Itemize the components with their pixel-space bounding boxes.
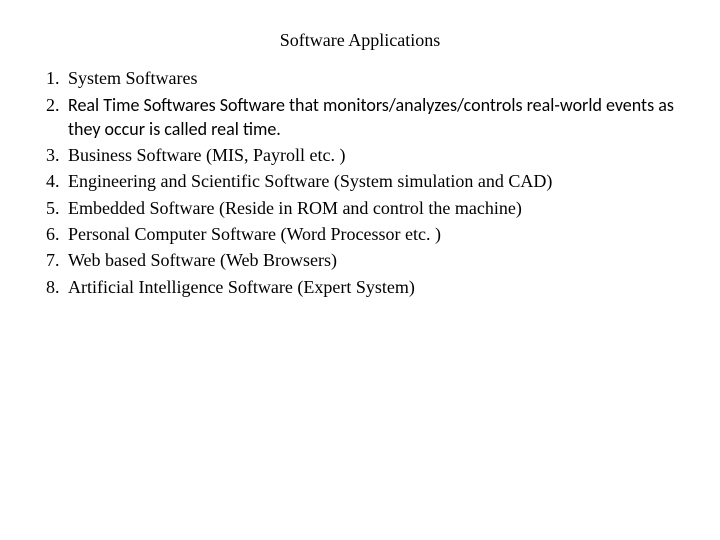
list-item-text: Artificial Intelligence Software (Expert… [68,277,415,297]
document-page: Software Applications System Softwares Re… [0,0,720,299]
list-item-text: Web based Software (Web Browsers) [68,250,337,270]
list-item: Personal Computer Software (Word Process… [64,222,680,246]
software-list: System Softwares Real Time Softwares Soft… [40,66,680,299]
list-item-text: Engineering and Scientific Software (Sys… [68,171,552,191]
list-item-text: Real Time Softwares Software that monito… [68,94,674,140]
list-item-text: System Softwares [68,68,198,88]
list-item: Artificial Intelligence Software (Expert… [64,275,680,299]
list-item: Embedded Software (Reside in ROM and con… [64,196,680,220]
list-item-text: Business Software (MIS, Payroll etc. ) [68,145,345,165]
list-item: Web based Software (Web Browsers) [64,248,680,272]
list-item-text: Embedded Software (Reside in ROM and con… [68,198,522,218]
list-item: Business Software (MIS, Payroll etc. ) [64,143,680,167]
list-item: System Softwares [64,66,680,90]
list-item: Real Time Softwares Software that monito… [64,93,680,142]
list-item-text: Personal Computer Software (Word Process… [68,224,441,244]
page-title: Software Applications [40,28,680,52]
list-item: Engineering and Scientific Software (Sys… [64,169,680,193]
